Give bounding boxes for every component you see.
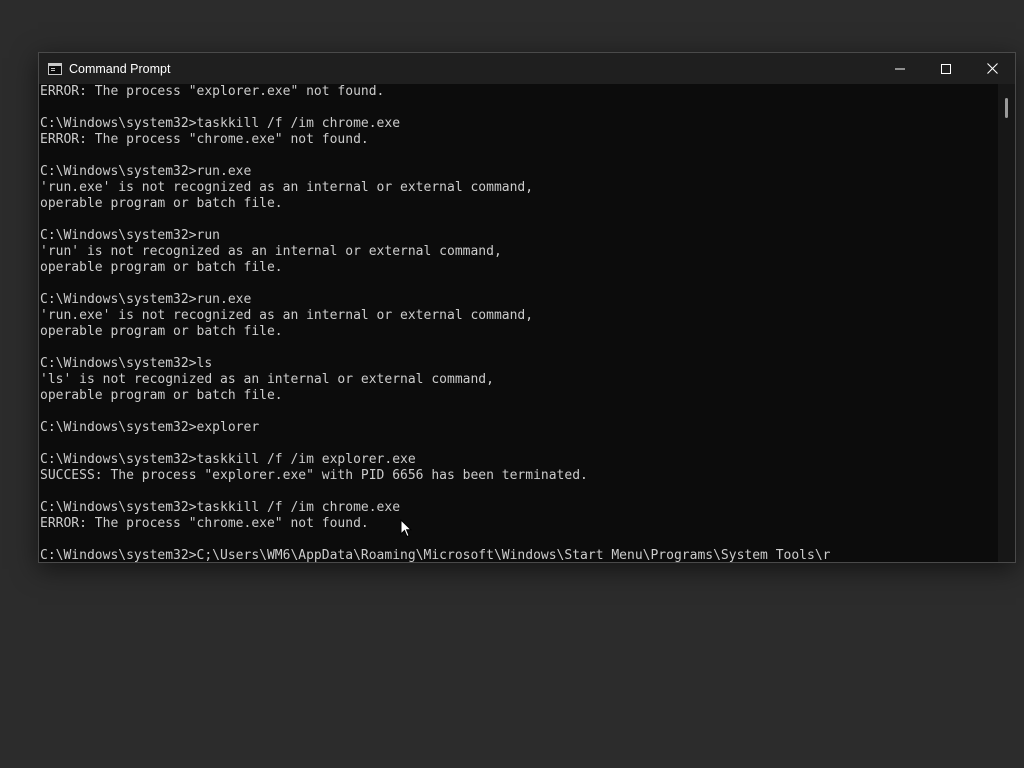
console-line: 'run.exe' is not recognized as an intern… [40, 308, 534, 323]
title-bar[interactable]: Command Prompt [39, 53, 1015, 84]
mouse-pointer-icon [400, 519, 412, 538]
vertical-scrollbar[interactable] [998, 84, 1015, 562]
console-line: operable program or batch file. [40, 388, 283, 403]
console-line: operable program or batch file. [40, 196, 283, 211]
scrollbar-thumb[interactable] [1005, 98, 1008, 118]
console-line: SUCCESS: The process "explorer.exe" with… [40, 468, 588, 483]
console-line: 'run.exe' is not recognized as an intern… [40, 180, 534, 195]
console-line: C:\Windows\system32>run [40, 228, 221, 243]
console-line: ERROR: The process "explorer.exe" not fo… [40, 84, 385, 99]
console-line: ERROR: The process "chrome.exe" not foun… [40, 132, 369, 147]
console-line: 'ls' is not recognized as an internal or… [40, 372, 494, 387]
console-lines: ERROR: The process "explorer.exe" not fo… [39, 84, 999, 562]
console-line: C:\Windows\system32>run.exe [40, 292, 252, 307]
console-line: C:\Windows\system32>taskkill /f /im chro… [40, 116, 401, 131]
close-icon [986, 63, 998, 74]
command-prompt-icon [48, 62, 62, 75]
maximize-icon [941, 63, 951, 74]
console-line: ERROR: The process "chrome.exe" not foun… [40, 516, 369, 531]
command-prompt-window[interactable]: Command Prompt ERROR: The process "explo… [38, 52, 1016, 563]
console-line: 'run' is not recognized as an internal o… [40, 244, 502, 259]
window-title: Command Prompt [69, 61, 171, 76]
console-line: operable program or batch file. [40, 324, 283, 339]
console-line: C:\Windows\system32>taskkill /f /im chro… [40, 500, 401, 515]
console-line: C:\Windows\system32>run.exe [40, 164, 252, 179]
close-button[interactable] [969, 53, 1015, 84]
minimize-icon [895, 68, 905, 69]
console-line: operable program or batch file. [40, 260, 283, 275]
minimize-button[interactable] [877, 53, 923, 84]
console-line: C:\Windows\system32>taskkill /f /im expl… [40, 452, 416, 467]
console-line: C:\Windows\system32>ls [40, 356, 213, 371]
console-line: C:\Windows\system32>explorer [40, 420, 260, 435]
console-output[interactable]: ERROR: The process "explorer.exe" not fo… [39, 84, 999, 562]
maximize-button[interactable] [923, 53, 969, 84]
console-line: C:\Windows\system32>C;\Users\WM6\AppData… [40, 548, 831, 562]
